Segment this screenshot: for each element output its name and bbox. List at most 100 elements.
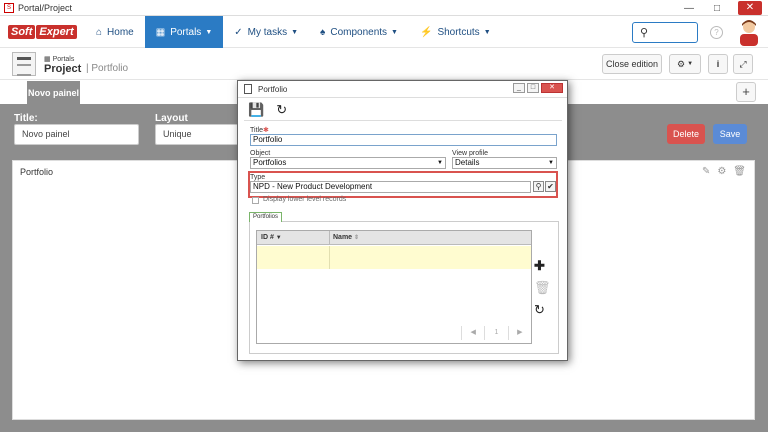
modal-title-label: Title✱ xyxy=(250,126,269,134)
portal-page-icon xyxy=(12,52,36,76)
col-name-header[interactable]: Name ⇕ xyxy=(333,234,359,241)
title-field[interactable]: Novo painel xyxy=(14,124,139,145)
next-page-icon[interactable]: ▶ xyxy=(507,326,531,340)
gear-icon[interactable]: ⚙ xyxy=(717,166,726,177)
add-tab-button[interactable]: + xyxy=(736,82,756,102)
type-search-icon[interactable]: ⚲ xyxy=(533,181,544,192)
help-icon[interactable]: ? xyxy=(710,26,723,39)
refresh-icon[interactable]: ↻ xyxy=(534,302,551,318)
home-icon: ⌂ xyxy=(96,26,103,38)
nav-shortcuts[interactable]: ⚡ Shortcuts ▼ xyxy=(409,16,502,48)
sort-desc-icon: ▼ xyxy=(275,235,282,241)
object-select[interactable]: Portfolios ▼ xyxy=(250,157,446,169)
logo-text-expert: Expert xyxy=(36,25,77,39)
fullscreen-button[interactable]: ⤢ xyxy=(733,54,753,74)
info-button[interactable]: i xyxy=(708,54,728,74)
bolt-icon: ⚡ xyxy=(419,26,433,38)
edit-icon[interactable]: ✎ xyxy=(702,166,710,177)
panel-title: Portfolio xyxy=(20,167,54,177)
info-icon: i xyxy=(716,59,720,69)
portfolios-grid: ID # ▼ Name ⇕ ◀ 1 ▶ xyxy=(256,230,532,344)
breadcrumb: | Portfolio xyxy=(86,63,128,74)
grid-pager: ◀ 1 ▶ xyxy=(461,326,531,340)
col-id-header[interactable]: ID # ▼ xyxy=(261,234,282,241)
view-profile-value: Details xyxy=(455,158,480,167)
app-icon: S xyxy=(4,2,14,13)
lower-level-label: Display lower level records xyxy=(263,196,347,203)
breadcrumb-current: Portfolio xyxy=(91,63,129,74)
object-label: Object xyxy=(250,150,271,157)
document-icon xyxy=(244,84,252,94)
nav-portals[interactable]: ▦ Portals ▼ xyxy=(144,16,224,48)
softexpert-logo[interactable]: Soft Expert xyxy=(8,23,77,41)
caret-down-icon: ▼ xyxy=(391,28,398,36)
nav-shortcuts-label: Shortcuts xyxy=(437,26,480,38)
main-navbar: Soft Expert ⌂ Home ▦ Portals ▼ ✓ My tasks… xyxy=(0,16,768,48)
add-icon[interactable]: ✚ xyxy=(534,258,551,274)
window-title: Portal/Project xyxy=(18,2,73,13)
check-icon: ✓ xyxy=(234,26,243,38)
view-profile-select[interactable]: Details ▼ xyxy=(452,157,557,169)
tab-novo-painel[interactable]: Novo painel xyxy=(26,80,81,104)
breadcrumb-separator: | xyxy=(86,63,89,74)
lower-level-checkbox[interactable] xyxy=(252,197,259,204)
window-titlebar: S Portal/Project — □ ✕ xyxy=(0,0,768,16)
grid-actions: ✚ 🗑 ↻ xyxy=(534,258,551,318)
save-icon[interactable]: 💾 xyxy=(248,102,264,118)
trash-icon[interactable]: 🗑 xyxy=(733,166,746,177)
layout-select[interactable]: Unique xyxy=(155,124,245,145)
nav-components[interactable]: ♠ Components ▼ xyxy=(309,16,409,48)
minimize-icon[interactable]: _ xyxy=(513,83,525,93)
trash-icon[interactable]: 🗑 xyxy=(534,280,551,296)
dialog-title: Portfolio xyxy=(258,85,288,94)
layout-label: Layout xyxy=(155,113,188,124)
dialog-titlebar: Portfolio _ □ ✕ xyxy=(238,81,567,98)
maximize-icon[interactable]: □ xyxy=(527,83,539,93)
user-avatar[interactable] xyxy=(737,18,761,46)
close-window-button[interactable]: ✕ xyxy=(738,1,762,15)
table-row[interactable] xyxy=(257,246,531,269)
col-id-label: ID # xyxy=(261,234,274,241)
required-icon: ✱ xyxy=(262,127,269,134)
page-header: ▦ Portals Project | Portfolio Close edit… xyxy=(0,48,768,80)
page-number[interactable]: 1 xyxy=(484,326,507,340)
caret-down-icon: ▼ xyxy=(483,28,491,36)
nav-portals-label: Portals xyxy=(170,26,202,38)
caret-down-icon: ▼ xyxy=(205,28,213,36)
maximize-icon[interactable]: □ xyxy=(710,3,724,14)
logo-text-soft: Soft xyxy=(8,25,36,39)
refresh-icon[interactable]: ↻ xyxy=(276,102,287,118)
search-icon: ⚲ xyxy=(640,27,649,39)
object-select-value: Portfolios xyxy=(253,158,287,167)
sort-icon: ⇕ xyxy=(354,235,360,241)
caret-down-icon: ▼ xyxy=(291,28,299,36)
col-name-label: Name xyxy=(333,234,353,241)
dropdown-arrow-icon: ▼ xyxy=(548,160,554,166)
close-edition-button[interactable]: Close edition xyxy=(602,54,662,74)
section-label-text: Portals xyxy=(52,56,75,63)
dropdown-arrow-icon: ▼ xyxy=(437,160,443,166)
title-label: Title: xyxy=(14,113,38,124)
nav-home[interactable]: ⌂ Home xyxy=(85,16,145,48)
minimize-icon[interactable]: — xyxy=(682,3,696,14)
portfolios-group-tab[interactable]: Portfolios xyxy=(249,212,282,222)
gear-icon: ⚙ xyxy=(676,58,686,69)
dialog-toolbar: 💾 ↻ xyxy=(244,99,562,121)
nav-my-tasks[interactable]: ✓ My tasks ▼ xyxy=(223,16,309,48)
search-input[interactable]: ⚲ xyxy=(632,22,698,43)
close-dialog-button[interactable]: ✕ xyxy=(541,83,563,93)
delete-button[interactable]: Delete xyxy=(667,124,705,144)
view-profile-label: View profile xyxy=(452,150,489,157)
type-field[interactable]: NPD - New Product Development xyxy=(250,181,531,193)
modal-title-field[interactable]: Portfolio xyxy=(250,134,557,146)
section-label: ▦ Portals xyxy=(44,56,75,63)
caret-down-icon: ▼ xyxy=(687,61,694,67)
page-title: Project xyxy=(44,63,82,75)
type-clear-icon[interactable]: ✔ xyxy=(545,181,556,192)
modal-title-label-text: Title xyxy=(250,127,263,134)
settings-dropdown-button[interactable]: ⚙ ▼ xyxy=(669,54,701,74)
portals-icon: ▦ xyxy=(155,26,166,38)
save-button[interactable]: Save xyxy=(713,124,747,144)
type-label: Type xyxy=(250,174,266,181)
prev-page-icon[interactable]: ◀ xyxy=(461,326,484,340)
